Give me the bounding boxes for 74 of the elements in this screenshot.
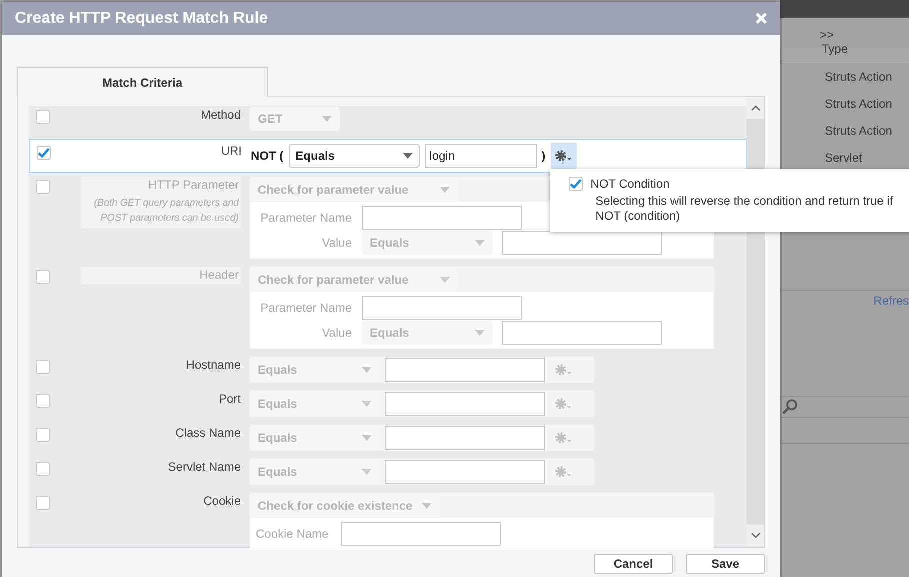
caret-icon <box>475 240 485 246</box>
field-label: Hostname <box>185 357 241 372</box>
field-label: Class Name <box>174 425 241 440</box>
checkbox[interactable] <box>36 496 50 510</box>
caret-icon <box>362 401 372 407</box>
close-icon[interactable] <box>755 12 768 25</box>
dropdown[interactable]: Equals <box>288 144 420 168</box>
checkbox[interactable] <box>36 270 50 284</box>
text-field[interactable] <box>340 522 501 546</box>
caret-icon <box>322 116 332 122</box>
caret-icon <box>402 153 413 159</box>
text-field[interactable] <box>502 321 662 345</box>
dropdown[interactable]: Equals <box>362 231 493 255</box>
closing-parenthesis: ) <box>542 149 546 163</box>
checkbox[interactable] <box>37 146 51 160</box>
field-label: URI <box>220 143 242 158</box>
field-label: Cookie Name <box>256 527 329 541</box>
text-field[interactable] <box>362 296 522 320</box>
gear-icon <box>554 398 572 410</box>
gear-icon <box>554 364 572 376</box>
menu-description: Selecting this will reverse the condition and return true if NOT (condition) <box>596 194 894 224</box>
checkbox[interactable] <box>36 428 50 442</box>
field-label: Cookie <box>202 493 241 508</box>
field-label: HTTP Parameter <box>148 178 239 192</box>
checkbox[interactable] <box>36 110 50 124</box>
scroll-down-icon[interactable] <box>750 533 760 539</box>
checkbox[interactable] <box>568 177 583 191</box>
save-button[interactable]: Save <box>686 554 765 574</box>
caret-icon <box>440 276 450 282</box>
field-label: Value <box>321 326 352 340</box>
cancel-button[interactable]: Cancel <box>594 554 673 574</box>
table-cell-text: Struts Action <box>825 70 894 84</box>
dialog-title: Create HTTP Request Match Rule <box>15 10 268 28</box>
table-cell-text: Servlet <box>825 151 864 165</box>
caret-icon <box>362 469 372 475</box>
field-label: Method <box>200 107 241 122</box>
gear-icon <box>554 466 572 478</box>
field-label: Parameter Name <box>260 301 352 315</box>
dropdown[interactable]: Equals <box>362 321 493 345</box>
field-label: Servlet Name <box>167 459 241 474</box>
caret-icon <box>475 330 485 336</box>
scroll-up-icon[interactable] <box>750 105 760 111</box>
text-field[interactable] <box>385 392 545 416</box>
field-label: Parameter Name <box>260 211 352 225</box>
field-note: (Both GET query parameters and POST parameters can be used) <box>93 197 239 226</box>
text-field[interactable] <box>385 358 545 382</box>
dropdown[interactable]: GET <box>250 107 340 131</box>
gear-icon <box>554 432 572 444</box>
gear-icon <box>555 150 572 162</box>
field-label: Value <box>321 236 352 250</box>
column-header: Type <box>822 42 848 56</box>
text-field[interactable] <box>502 231 662 255</box>
text-field[interactable] <box>385 426 545 450</box>
caret-icon <box>362 435 372 441</box>
checkbox[interactable] <box>36 394 50 408</box>
menu-option-label[interactable]: NOT Condition <box>590 177 670 191</box>
caret-icon <box>440 186 450 192</box>
text-field[interactable] <box>385 460 545 484</box>
caret-icon <box>362 367 372 373</box>
settings-button[interactable] <box>550 143 577 169</box>
search-icon <box>782 399 798 415</box>
field-label: Header <box>198 268 239 282</box>
checkbox[interactable] <box>36 360 50 374</box>
caret-icon <box>422 502 432 508</box>
tab[interactable]: Match Criteria <box>17 67 268 97</box>
field-label: Port <box>218 391 241 406</box>
table-cell-text: Struts Action <box>825 97 894 111</box>
refresh-link[interactable]: Refres <box>874 291 909 308</box>
not-prefix: NOT ( <box>251 149 284 163</box>
checkbox[interactable] <box>36 462 50 476</box>
text-field[interactable]: login <box>424 144 537 168</box>
table-cell-text: Struts Action <box>825 124 894 138</box>
checkbox[interactable] <box>36 180 50 194</box>
text-field[interactable] <box>362 206 522 230</box>
